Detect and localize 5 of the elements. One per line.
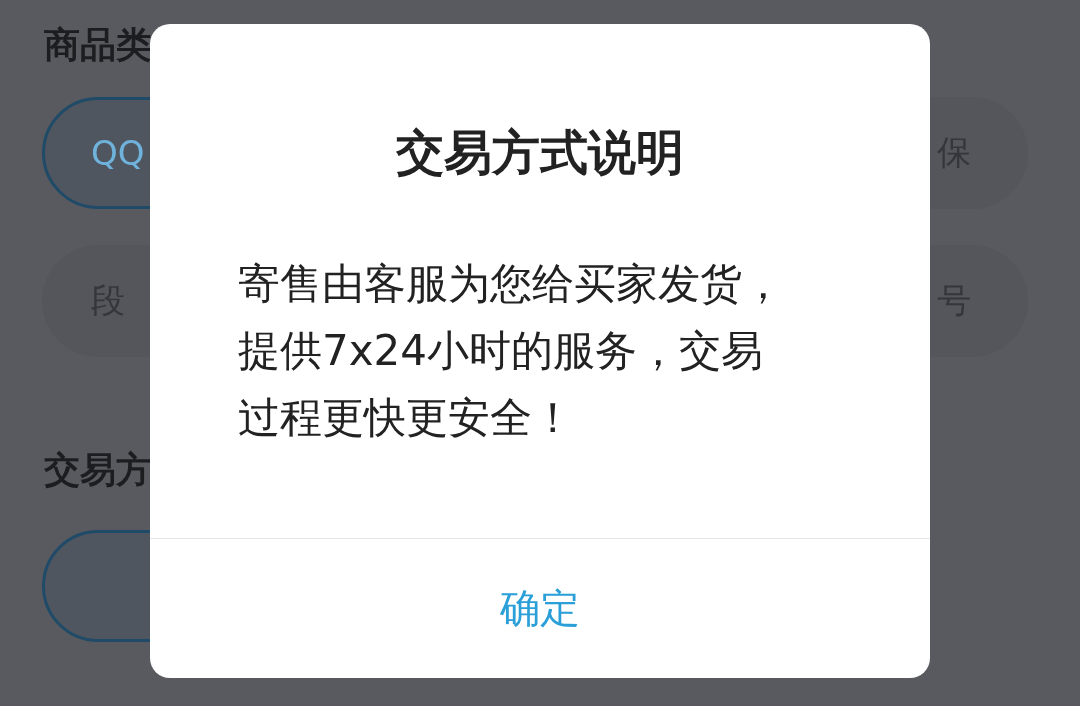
confirm-button[interactable]: 确定 xyxy=(150,538,930,678)
dialog-message: 寄售由客服为您给买家发货，提供7x24小时的服务，交易过程更快更安全！ xyxy=(238,258,785,444)
section-heading: 商品类 xyxy=(43,23,153,67)
dialog-title: 交易方式说明 xyxy=(396,124,684,180)
section-heading: 交易方 xyxy=(43,448,153,492)
